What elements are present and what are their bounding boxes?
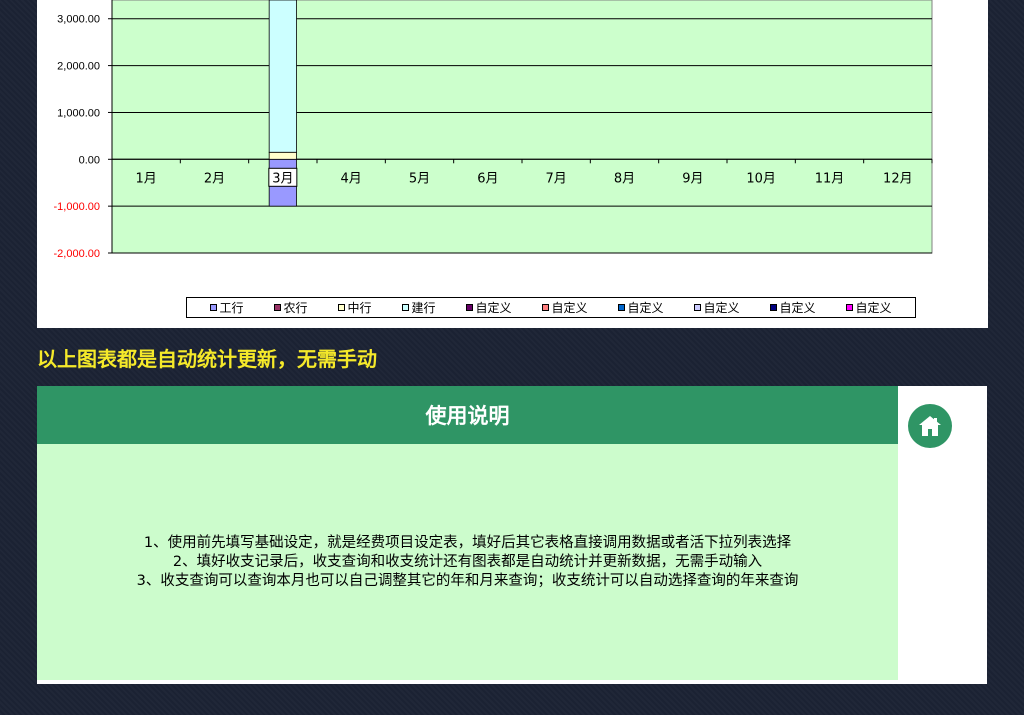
x-tick-label: 11月 — [815, 171, 845, 186]
legend-item: 自定义 — [618, 299, 664, 316]
legend-swatch — [694, 304, 702, 311]
y-tick-label: -1,000.00 — [54, 201, 100, 213]
x-tick-label: 9月 — [682, 171, 703, 186]
bar-segment — [268, 0, 297, 153]
legend-swatch — [338, 304, 346, 311]
x-tick-label: 10月 — [746, 171, 776, 186]
legend-swatch — [542, 304, 550, 311]
legend-label: 自定义 — [475, 301, 512, 315]
instruction-line-1: 1、使用前先填写基础设定，就是经费项目设定表，填好后其它表格直接调用数据或者活下… — [143, 534, 792, 551]
x-tick-label: 2月 — [204, 171, 225, 186]
legend-label: 工行 — [219, 301, 244, 315]
legend-swatch — [770, 304, 778, 311]
legend-label: 中行 — [347, 301, 372, 315]
x-tick-label: 7月 — [546, 171, 567, 186]
y-tick-label: 0.00 — [79, 154, 100, 166]
instructions-body: 1、使用前先填写基础设定，就是经费项目设定表，填好后其它表格直接调用数据或者活下… — [37, 444, 898, 680]
x-tick-label: 1月 — [136, 171, 157, 186]
x-tick-label: 8月 — [614, 171, 635, 186]
legend-item: 农行 — [274, 299, 308, 316]
y-tick-label: 1,000.00 — [57, 107, 100, 119]
legend-item: 自定义 — [846, 299, 892, 316]
legend-item: 自定义 — [694, 299, 740, 316]
plot-area — [111, 0, 933, 254]
legend-item: 工行 — [210, 299, 244, 316]
legend-swatch — [846, 304, 854, 311]
instruction-line-3: 3、收支查询可以查询本月也可以自己调整其它的年和月来查询；收支统计可以自动选择查… — [136, 572, 799, 589]
legend-swatch — [274, 304, 282, 311]
chart-panel: 3,000.00 2,000.00 1,000.00 0.00 -1,000.00 -2,… — [37, 0, 988, 328]
home-icon — [919, 416, 941, 436]
x-tick-label: 3月 — [272, 171, 293, 186]
x-tick-label: 4月 — [341, 171, 362, 186]
bar-chart: 3,000.00 2,000.00 1,000.00 0.00 -1,000.00 -2,… — [54, 0, 933, 260]
y-tick-label: 3,000.00 — [57, 14, 100, 26]
y-tick-label: 2,000.00 — [57, 61, 100, 73]
x-tick-label: 5月 — [409, 171, 430, 186]
legend-item: 中行 — [338, 299, 372, 316]
chart-legend: 工行 农行 中行 建行 自定义 自定义 自定义 自定义 自定义 自定义 — [186, 297, 916, 318]
legend-swatch — [210, 304, 218, 311]
legend-label: 自定义 — [855, 301, 892, 315]
bar-segment — [268, 151, 297, 160]
auto-update-caption: 以上图表都是自动统计更新，无需手动 — [37, 347, 377, 371]
legend-item: 自定义 — [466, 299, 512, 316]
legend-label: 自定义 — [779, 301, 816, 315]
legend-swatch — [466, 304, 474, 311]
legend-item: 建行 — [402, 299, 436, 316]
y-tick-label: -2,000.00 — [54, 248, 100, 260]
legend-label: 自定义 — [551, 301, 588, 315]
home-button[interactable] — [908, 404, 952, 448]
x-tick-label: 6月 — [477, 171, 498, 186]
legend-label: 建行 — [411, 301, 436, 315]
x-tick-label: 12月 — [883, 171, 913, 186]
legend-label: 自定义 — [627, 301, 664, 315]
instructions-panel: 使用说明 1、使用前先填写基础设定，就是经费项目设定表，填好后其它表格直接调用数… — [37, 386, 987, 684]
legend-swatch — [402, 304, 410, 311]
legend-item: 自定义 — [542, 299, 588, 316]
legend-swatch — [618, 304, 626, 311]
legend-label: 自定义 — [703, 301, 740, 315]
instructions-title: 使用说明 — [37, 386, 898, 444]
legend-item: 自定义 — [770, 299, 816, 316]
legend-label: 农行 — [283, 301, 308, 315]
instruction-line-2: 2、填好收支记录后，收支查询和收支统计还有图表都是自动统计并更新数据，无需手动输… — [172, 553, 763, 570]
